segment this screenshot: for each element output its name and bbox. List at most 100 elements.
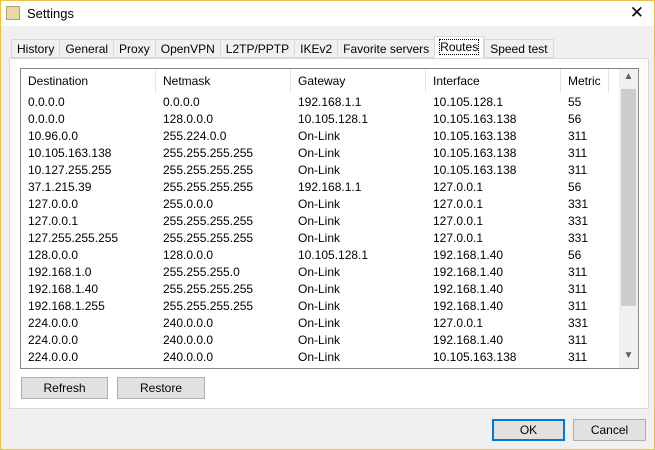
cell-destination: 224.0.0.0	[28, 333, 79, 347]
table-row[interactable]: 0.0.0.0 0.0.0.0 192.168.1.1 10.105.128.1 55	[21, 94, 615, 111]
cell-netmask: 0.0.0.0	[163, 95, 200, 109]
cell-metric: 311	[568, 282, 588, 296]
app-icon	[6, 6, 20, 20]
table-row[interactable]: 37.1.215.39 255.255.255.255 192.168.1.1 127…	[21, 179, 615, 196]
cell-destination: 224.0.0.0	[28, 350, 79, 364]
column-header-destination[interactable]: Destination	[21, 69, 156, 93]
cell-destination: 224.0.0.0	[28, 316, 79, 330]
ok-button[interactable]: OK	[492, 419, 565, 441]
cell-netmask: 240.0.0.0	[163, 333, 214, 347]
cell-interface: 192.168.1.40	[433, 333, 504, 347]
cell-gateway: On-Link	[298, 214, 341, 228]
cancel-button[interactable]: Cancel	[573, 419, 646, 441]
table-row[interactable]: 127.255.255.255 255.255.255.255 On-Link 127…	[21, 230, 615, 247]
cell-gateway: On-Link	[298, 265, 341, 279]
table-row[interactable]: 128.0.0.0 128.0.0.0 10.105.128.1 192.168.1.…	[21, 247, 615, 264]
cell-interface: 192.168.1.40	[433, 265, 504, 279]
table-row[interactable]: 0.0.0.0 128.0.0.0 10.105.128.1 10.105.163.1…	[21, 111, 615, 128]
cell-destination: 127.0.0.1	[28, 214, 79, 228]
cell-gateway: On-Link	[298, 163, 341, 177]
cell-metric: 55	[568, 95, 582, 109]
tab-label: History	[17, 42, 55, 56]
tab-bar: History General Proxy OpenVPN L2TP/PPTP IKEv2…	[11, 36, 554, 59]
cell-destination: 192.168.1.40	[28, 282, 99, 296]
cell-metric: 56	[568, 112, 582, 126]
tab-label: Favorite servers	[343, 42, 430, 56]
scroll-thumb[interactable]	[621, 89, 636, 306]
column-header-netmask[interactable]: Netmask	[156, 69, 291, 93]
tab-label: Routes	[439, 39, 480, 55]
tab-label: L2TP/PPTP	[225, 42, 290, 56]
table-row[interactable]: 127.0.0.1 255.255.255.255 On-Link 127.0.0.1…	[21, 213, 615, 230]
cell-netmask: 255.255.255.255	[163, 180, 254, 194]
tab-l2tp-pptp[interactable]: L2TP/PPTP	[219, 39, 295, 58]
cell-netmask: 128.0.0.0	[163, 112, 214, 126]
table-row[interactable]: 10.96.0.0 255.224.0.0 On-Link 10.105.163.13…	[21, 128, 615, 145]
vertical-scrollbar[interactable]: ▲ ▼	[619, 69, 638, 368]
cell-netmask: 240.0.0.0	[163, 350, 214, 364]
table-row[interactable]: 192.168.1.40 255.255.255.255 On-Link 192.16…	[21, 281, 615, 298]
cell-metric: 331	[568, 197, 589, 211]
table-row[interactable]: 192.168.1.255 255.255.255.255 On-Link 192.1…	[21, 298, 615, 315]
scroll-down-icon[interactable]: ▼	[619, 350, 638, 368]
refresh-button[interactable]: Refresh	[21, 377, 108, 399]
table-row[interactable]: 224.0.0.0 240.0.0.0 On-Link 192.168.1.40 311	[21, 332, 615, 349]
cell-interface: 127.0.0.1	[433, 197, 484, 211]
tab-openvpn[interactable]: OpenVPN	[154, 39, 220, 58]
table-row[interactable]: 10.105.163.138 255.255.255.255 On-Link 10.1…	[21, 145, 615, 162]
cell-netmask: 255.255.255.255	[163, 163, 254, 177]
routes-table[interactable]: Destination Netmask Gateway Interface Metric…	[20, 68, 639, 369]
cell-metric: 311	[568, 163, 588, 177]
cell-gateway: On-Link	[298, 350, 341, 364]
tab-ikev2[interactable]: IKEv2	[294, 39, 338, 58]
cell-interface: 10.105.128.1	[433, 95, 504, 109]
table-row[interactable]: 224.0.0.0 240.0.0.0 On-Link 10.105.163.138 3…	[21, 349, 615, 366]
cell-interface: 127.0.0.1	[433, 316, 484, 330]
column-header-gateway[interactable]: Gateway	[291, 69, 426, 93]
cell-destination: 10.127.255.255	[28, 163, 112, 177]
column-header-metric[interactable]: Metric	[561, 69, 609, 93]
cell-metric: 331	[568, 231, 589, 245]
tab-general[interactable]: General	[59, 39, 114, 58]
cell-gateway: 10.105.128.1	[298, 248, 369, 262]
cell-netmask: 255.255.255.255	[163, 299, 254, 313]
tab-proxy[interactable]: Proxy	[113, 39, 155, 58]
cell-netmask: 255.255.255.0	[163, 265, 240, 279]
cell-destination: 10.96.0.0	[28, 129, 79, 143]
cell-netmask: 255.224.0.0	[163, 129, 227, 143]
cell-metric: 311	[568, 129, 588, 143]
cell-destination: 0.0.0.0	[28, 112, 65, 126]
cell-gateway: On-Link	[298, 299, 341, 313]
tab-routes[interactable]: Routes	[434, 36, 485, 58]
cell-metric: 311	[568, 333, 588, 347]
tab-label: OpenVPN	[160, 42, 215, 56]
tab-label: General	[65, 42, 109, 56]
tab-speed-test[interactable]: Speed test	[484, 39, 554, 58]
tab-label: IKEv2	[300, 42, 333, 56]
cell-netmask: 255.255.255.255	[163, 214, 254, 228]
cell-metric: 311	[568, 146, 588, 160]
cell-gateway: On-Link	[298, 282, 341, 296]
cell-netmask: 255.255.255.255	[163, 282, 254, 296]
table-row[interactable]: 224.0.0.0 240.0.0.0 On-Link 127.0.0.1 331	[21, 315, 615, 332]
cell-gateway: On-Link	[298, 146, 341, 160]
close-icon[interactable]: ✕	[630, 3, 644, 23]
column-header-interface[interactable]: Interface	[426, 69, 561, 93]
cell-metric: 311	[568, 265, 588, 279]
restore-button[interactable]: Restore	[117, 377, 205, 399]
table-row[interactable]: 192.168.1.0 255.255.255.0 On-Link 192.168.1…	[21, 264, 615, 281]
cell-destination: 192.168.1.0	[28, 265, 92, 279]
tab-label: Proxy	[119, 42, 150, 56]
table-row[interactable]: 127.0.0.0 255.0.0.0 On-Link 127.0.0.1 331	[21, 196, 615, 213]
cell-interface: 10.105.163.138	[433, 146, 517, 160]
cell-destination: 128.0.0.0	[28, 248, 79, 262]
tab-favorite-servers[interactable]: Favorite servers	[337, 39, 435, 58]
table-row[interactable]: 10.127.255.255 255.255.255.255 On-Link 10.1…	[21, 162, 615, 179]
cell-destination: 192.168.1.255	[28, 299, 105, 313]
cell-netmask: 255.255.255.255	[163, 231, 254, 245]
tab-history[interactable]: History	[11, 39, 60, 58]
scroll-up-icon[interactable]: ▲	[619, 71, 638, 89]
cell-interface: 10.105.163.138	[433, 163, 517, 177]
cell-gateway: 192.168.1.1	[298, 180, 362, 194]
cell-metric: 331	[568, 316, 589, 330]
